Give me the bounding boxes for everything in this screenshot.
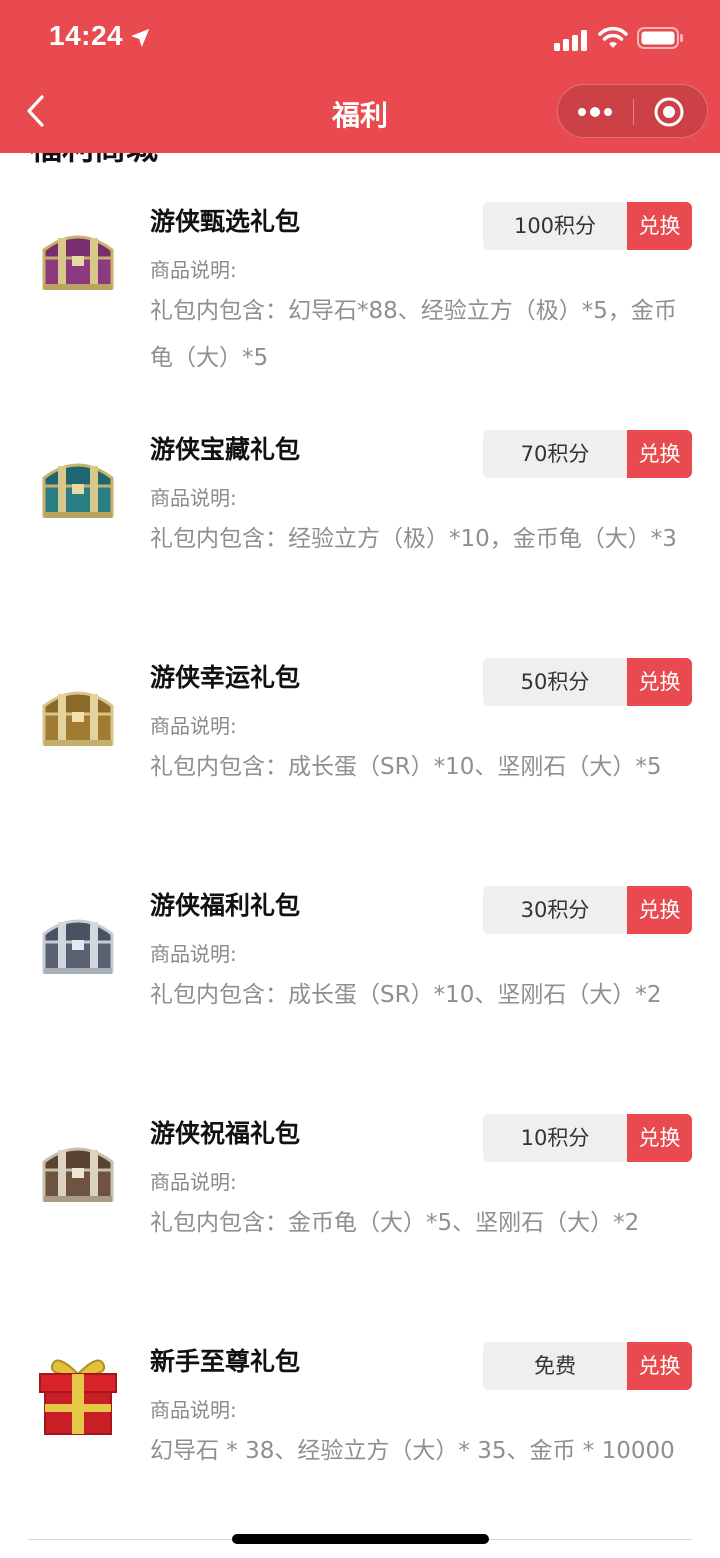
- app-header: 14:24 福利: [0, 0, 720, 153]
- wifi-icon: [598, 26, 628, 48]
- silver-treasure-chest-icon: [42, 919, 114, 974]
- status-bar: 14:24: [0, 0, 720, 80]
- item-desc: 礼包内包含：成长蛋（SR）*10、坚刚石（大）*5: [150, 754, 662, 780]
- redeem-button[interactable]: 兑换: [627, 886, 692, 934]
- navigation-bar: 福利: [0, 80, 720, 153]
- item-desc: 幻导石 * 38、经验立方（大）* 35、金币 * 10000: [150, 1438, 675, 1464]
- teal-treasure-chest-icon: [42, 463, 114, 518]
- location-arrow-icon: [130, 28, 150, 48]
- bronze-treasure-chest-icon: [42, 1147, 114, 1202]
- item-price: 100积分: [483, 202, 627, 250]
- section-title: 福利商城: [30, 153, 158, 169]
- list-item: 游侠幸运礼包 商品说明: 礼包内包含：成长蛋（SR）*10、坚刚石（大）*5 5…: [0, 658, 720, 886]
- item-desc: 礼包内包含：金币龟（大）*5、坚刚石（大）*2: [150, 1210, 640, 1236]
- item-desc: 礼包内包含：经验立方（极）*10，金币龟（大）*3: [150, 526, 677, 552]
- redeem-button[interactable]: 兑换: [627, 1342, 692, 1390]
- redeem-button[interactable]: 兑换: [627, 430, 692, 478]
- item-desc-label: 商品说明:: [150, 486, 237, 510]
- item-name: 游侠甄选礼包: [150, 207, 301, 236]
- purple-treasure-chest-icon: [42, 235, 114, 290]
- gold-treasure-chest-icon: [42, 691, 114, 746]
- welfare-shop-list[interactable]: 福利商城 游侠甄选礼包 商品说明: 礼包内包含：幻导石*88、经验立方（极）*5…: [0, 153, 720, 1558]
- battery-icon: [637, 27, 683, 49]
- list-item: 游侠福利礼包 商品说明: 礼包内包含：成长蛋（SR）*10、坚刚石（大）*2 3…: [0, 886, 720, 1114]
- item-desc: 礼包内包含：成长蛋（SR）*10、坚刚石（大）*2: [150, 982, 662, 1008]
- list-item: 游侠祝福礼包 商品说明: 礼包内包含：金币龟（大）*5、坚刚石（大）*2 10积…: [0, 1114, 720, 1342]
- list-item: 游侠甄选礼包 商品说明: 礼包内包含：幻导石*88、经验立方（极）*5，金币龟（…: [0, 202, 720, 430]
- item-price: 50积分: [483, 658, 627, 706]
- home-indicator: [232, 1534, 489, 1544]
- item-name: 游侠宝藏礼包: [150, 435, 301, 464]
- item-desc-label: 商品说明:: [150, 714, 237, 738]
- item-name: 新手至尊礼包: [150, 1347, 301, 1376]
- redeem-button[interactable]: 兑换: [627, 202, 692, 250]
- item-desc-label: 商品说明:: [150, 1398, 237, 1422]
- redeem-button[interactable]: 兑换: [627, 658, 692, 706]
- redeem-button[interactable]: 兑换: [627, 1114, 692, 1162]
- item-desc: 礼包内包含：幻导石*88、经验立方（极）*5，金币龟（大）*5: [150, 298, 677, 371]
- list-item: 新手至尊礼包 商品说明: 幻导石 * 38、经验立方（大）* 35、金币 * 1…: [0, 1342, 720, 1558]
- item-desc-label: 商品说明:: [150, 942, 237, 966]
- capsule-divider: [633, 99, 634, 125]
- item-price: 免费: [483, 1342, 627, 1390]
- list-item: 游侠宝藏礼包 商品说明: 礼包内包含：经验立方（极）*10，金币龟（大）*3 7…: [0, 430, 720, 658]
- more-dots-icon[interactable]: [574, 99, 616, 125]
- status-time: 14:24: [49, 20, 124, 51]
- red-gift-box-icon: [39, 1359, 117, 1435]
- item-price: 70积分: [483, 430, 627, 478]
- item-price: 10积分: [483, 1114, 627, 1162]
- item-name: 游侠祝福礼包: [150, 1119, 301, 1148]
- signal-icon: [554, 30, 587, 51]
- item-desc-label: 商品说明:: [150, 258, 237, 282]
- target-circle-icon[interactable]: [653, 96, 685, 128]
- item-desc-label: 商品说明:: [150, 1170, 237, 1194]
- item-name: 游侠福利礼包: [150, 891, 301, 920]
- item-price: 30积分: [483, 886, 627, 934]
- mini-program-capsule: [557, 84, 708, 138]
- item-name: 游侠幸运礼包: [150, 663, 301, 692]
